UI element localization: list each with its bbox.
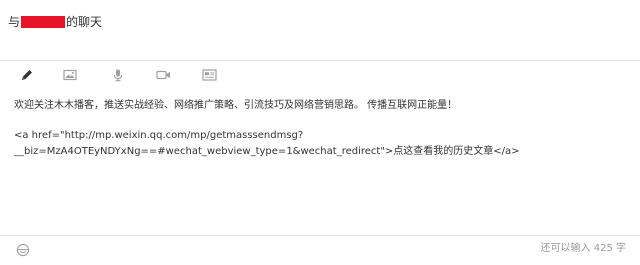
article-card-icon: [201, 69, 217, 81]
bottom-divider: [0, 235, 640, 236]
editor-line-2: <a href="http://mp.weixin.qq.com/mp/getm…: [14, 130, 520, 157]
microphone-icon: [113, 69, 123, 82]
image-tool-button[interactable]: [62, 67, 78, 83]
voice-tool-button[interactable]: [110, 67, 126, 83]
char-counter: 还可以输入 425 字: [540, 243, 626, 254]
chat-title-suffix: 的聊天: [66, 15, 103, 29]
image-icon: [63, 69, 77, 81]
chat-title: 与 的聊天: [8, 12, 102, 32]
emoji-button[interactable]: [16, 242, 30, 257]
chat-title-prefix: 与: [8, 15, 21, 29]
video-camera-icon: [155, 70, 170, 80]
smiley-face-icon: [16, 243, 30, 257]
text-tool-button[interactable]: [19, 67, 35, 83]
video-tool-button[interactable]: [155, 67, 171, 83]
redacted-contact-name: [21, 16, 66, 28]
pencil-icon: [22, 70, 32, 80]
composer-toolbar: [0, 61, 640, 89]
message-editor[interactable]: 欢迎关注木木播客，推送实战经验、网络推广策略、引流技巧及网络营销思路。 传播互联…: [14, 98, 626, 160]
editor-line-1: 欢迎关注木木播客，推送实战经验、网络推广策略、引流技巧及网络营销思路。 传播互联…: [14, 100, 458, 111]
news-tool-button[interactable]: [201, 67, 217, 83]
